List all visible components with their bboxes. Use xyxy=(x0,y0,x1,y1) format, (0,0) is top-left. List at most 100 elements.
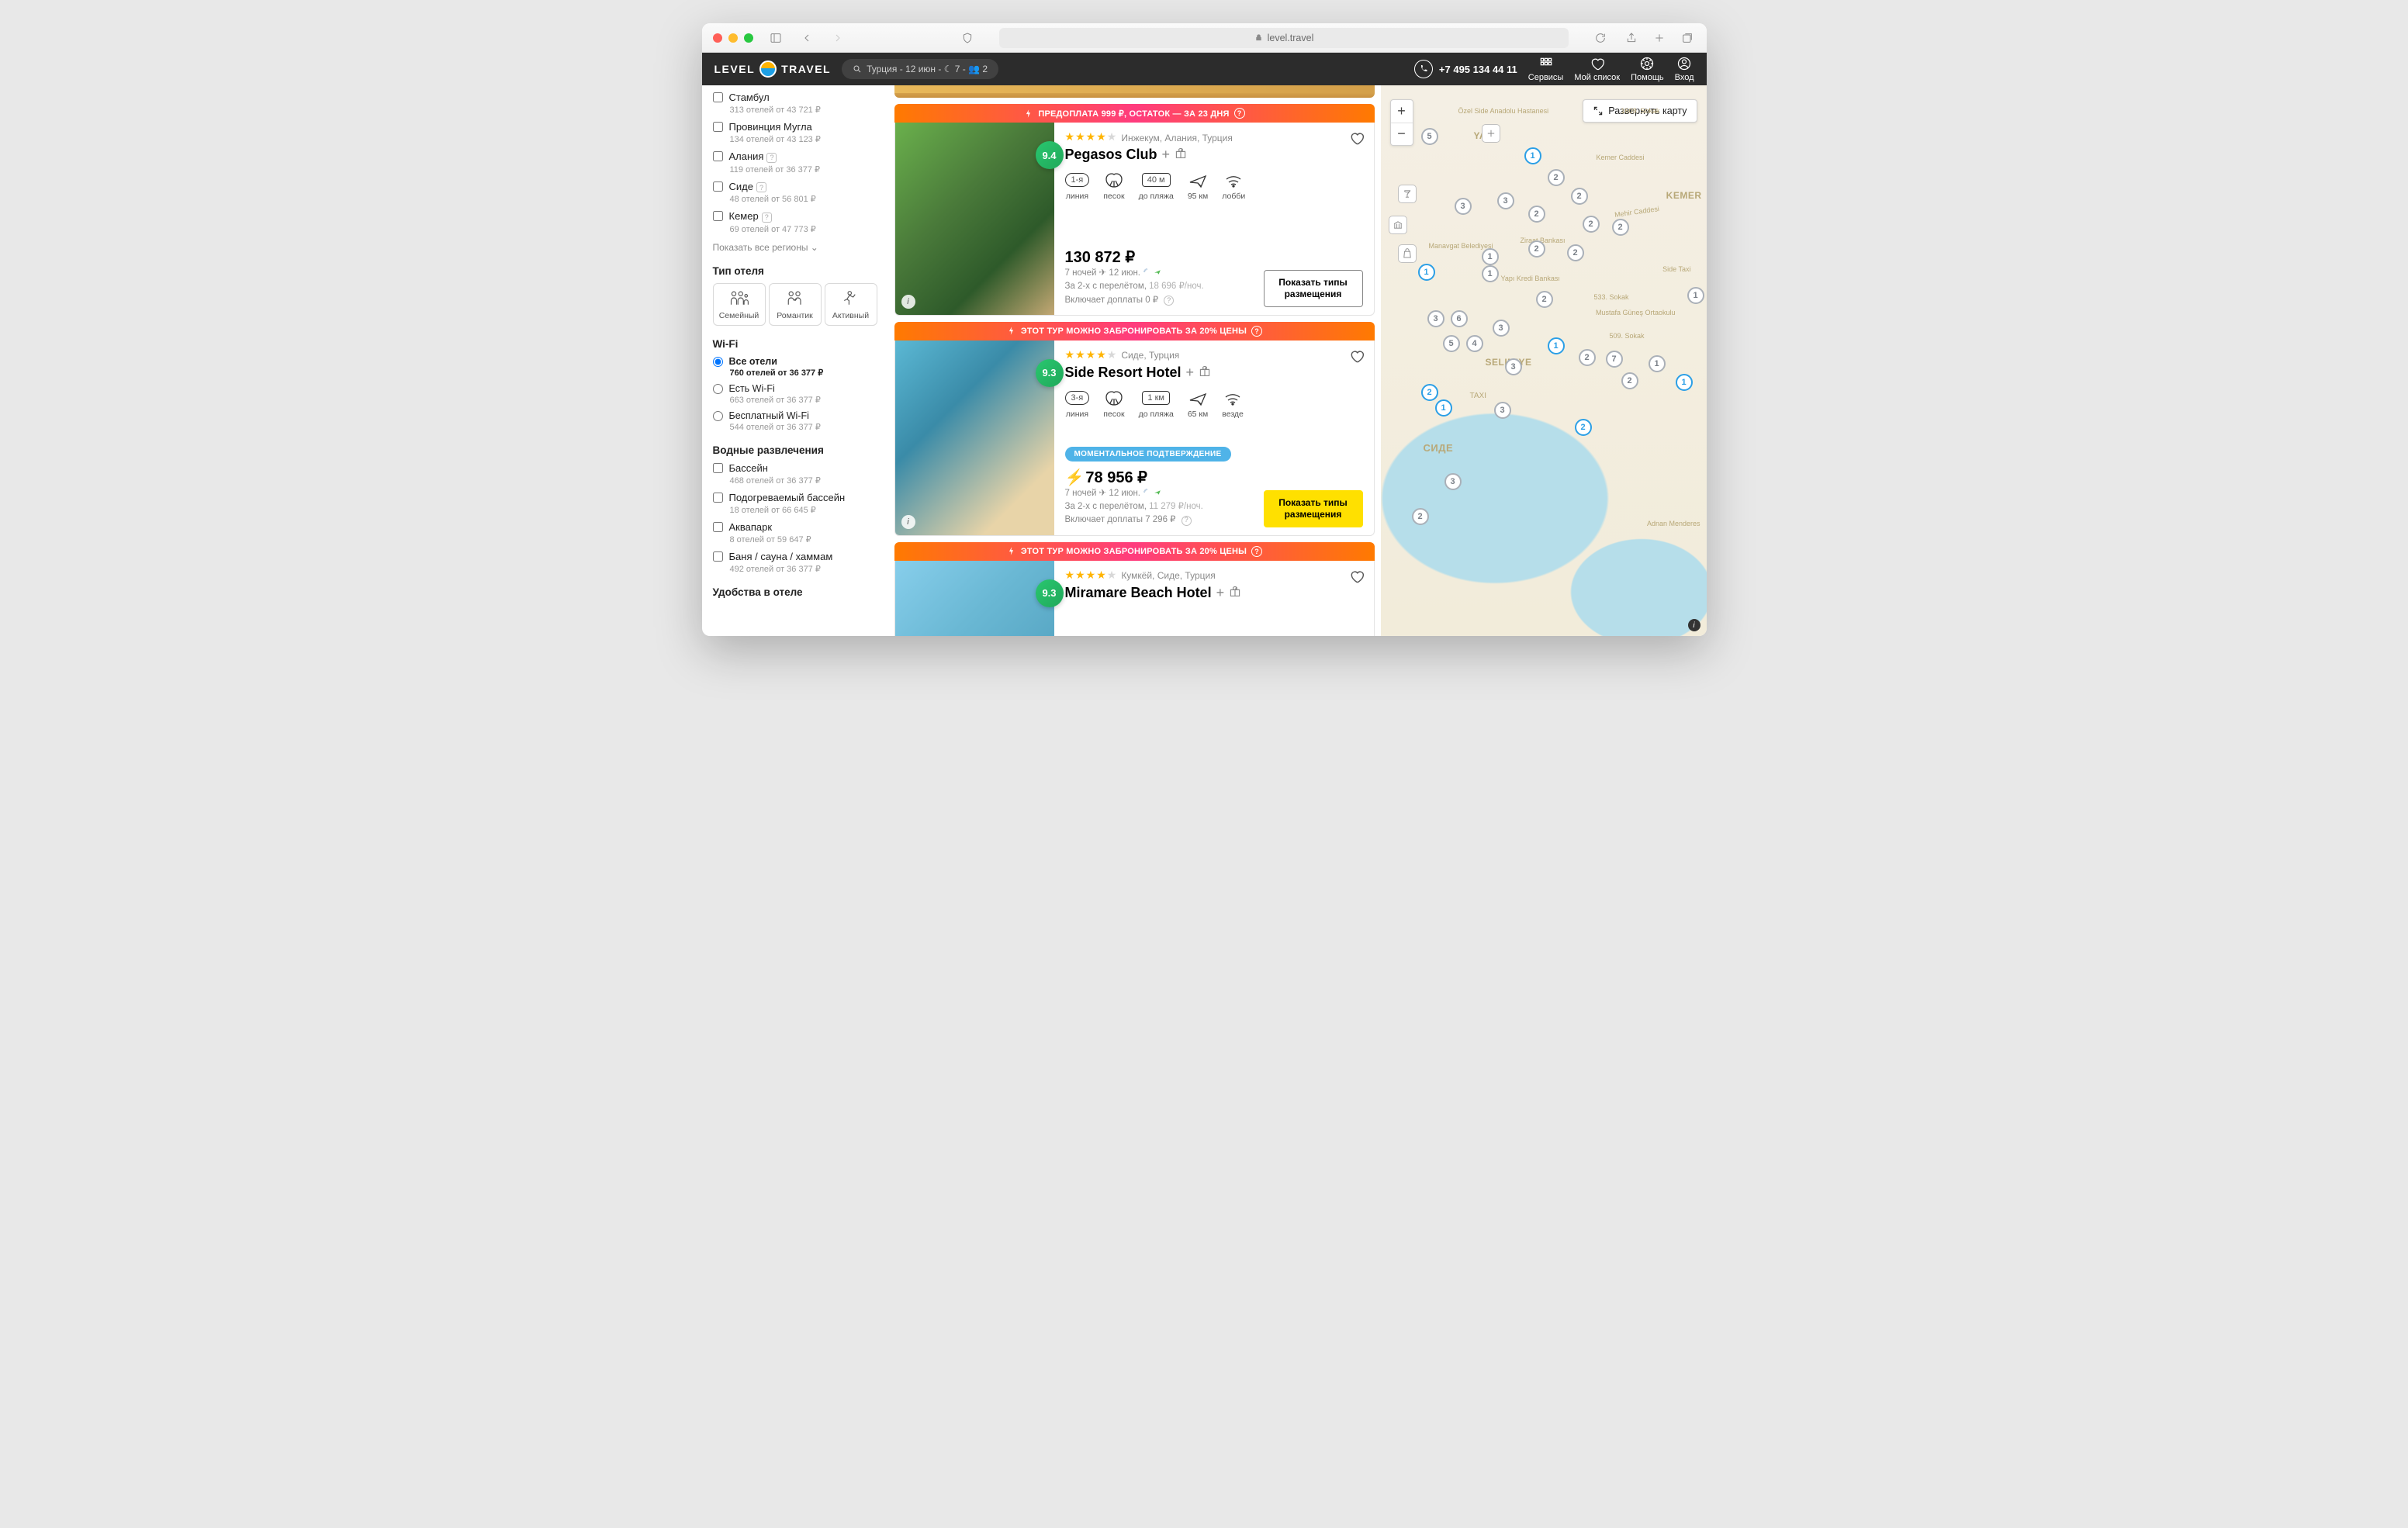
map-marker[interactable]: 1 xyxy=(1548,337,1565,354)
hotel-type-family[interactable]: Семейный xyxy=(713,283,766,326)
map-marker[interactable]: 2 xyxy=(1528,240,1545,258)
water-item[interactable]: Подогреваемый бассейн xyxy=(713,492,877,503)
forward-icon[interactable] xyxy=(829,29,846,47)
wifi-option[interactable]: Есть Wi-Fi xyxy=(713,383,877,394)
map-marker[interactable]: 2 xyxy=(1548,169,1565,186)
map-marker[interactable]: 1 xyxy=(1649,355,1666,372)
map-info-icon[interactable]: i xyxy=(1688,619,1700,631)
map-marker[interactable]: 2 xyxy=(1621,372,1638,389)
zoom-out[interactable]: − xyxy=(1391,123,1413,146)
map-panel[interactable]: + − Развернуть карту YALI KEMER SELIMIYE… xyxy=(1381,85,1707,636)
map-marker[interactable]: 6 xyxy=(1451,310,1468,327)
hotel-name[interactable]: Side Resort Hotel+ xyxy=(1065,365,1363,381)
map-marker[interactable]: 3 xyxy=(1444,473,1462,490)
region-item[interactable]: Кемер? xyxy=(713,210,877,223)
map-marker[interactable]: 2 xyxy=(1412,508,1429,525)
map-marker[interactable]: 1 xyxy=(1435,399,1452,417)
region-checkbox[interactable] xyxy=(713,92,723,102)
region-checkbox[interactable] xyxy=(713,122,723,132)
hotel-name[interactable]: Miramare Beach Hotel+ xyxy=(1065,585,1363,601)
map-marker[interactable]: 3 xyxy=(1455,198,1472,215)
poi-museum-icon[interactable] xyxy=(1389,216,1407,234)
photo-info-icon[interactable]: i xyxy=(901,515,915,529)
shield-icon[interactable] xyxy=(959,29,976,47)
hotel-photo[interactable]: 9.3 i xyxy=(895,341,1054,535)
hotel-type-romantic[interactable]: Романтик xyxy=(769,283,822,326)
new-tab-icon[interactable] xyxy=(1651,29,1668,47)
hotel-photo[interactable]: 9.4 i xyxy=(895,123,1054,315)
wifi-option[interactable]: Все отели xyxy=(713,356,877,367)
map-marker[interactable]: 2 xyxy=(1536,291,1553,308)
map-marker[interactable]: 2 xyxy=(1421,384,1438,401)
map-marker[interactable]: 2 xyxy=(1567,244,1584,261)
map-marker[interactable]: 2 xyxy=(1575,419,1592,436)
nav-services[interactable]: Сервисы xyxy=(1528,56,1564,82)
map-marker[interactable]: 1 xyxy=(1482,265,1499,282)
favorite-button[interactable] xyxy=(1349,130,1365,150)
region-item[interactable]: Провинция Мугла xyxy=(713,121,877,133)
poi-glass-icon[interactable] xyxy=(1398,185,1417,203)
hotel-location: Сиде, Турция xyxy=(1121,350,1179,361)
region-checkbox[interactable] xyxy=(713,211,723,221)
region-item[interactable]: Сиде? xyxy=(713,181,877,193)
map-marker[interactable]: 5 xyxy=(1421,128,1438,145)
favorite-button[interactable] xyxy=(1349,569,1365,588)
map-marker[interactable]: 1 xyxy=(1687,287,1704,304)
sidebar-toggle-icon[interactable] xyxy=(767,29,784,47)
feature-item: лобби xyxy=(1222,171,1245,201)
region-item[interactable]: Алания? xyxy=(713,150,877,163)
map-marker[interactable]: 1 xyxy=(1482,248,1499,265)
map-marker[interactable]: 5 xyxy=(1443,335,1460,352)
show-all-regions[interactable]: Показать все регионы xyxy=(713,242,877,253)
show-rooms-button[interactable]: Показать типы размещения xyxy=(1264,270,1363,307)
tabs-icon[interactable] xyxy=(1679,29,1696,47)
close-window[interactable] xyxy=(713,33,722,43)
map-marker[interactable]: 1 xyxy=(1524,147,1541,164)
rating-badge: 9.3 xyxy=(1036,359,1064,387)
nav-login[interactable]: Вход xyxy=(1675,56,1694,82)
map-marker[interactable]: 2 xyxy=(1528,206,1545,223)
search-summary[interactable]: Турция - 12 июн - ☾ 7 - 👥 2 xyxy=(842,59,998,79)
hotel-type-active[interactable]: Активный xyxy=(825,283,877,326)
hotel-photo[interactable]: 9.3 xyxy=(895,561,1054,637)
reload-icon[interactable] xyxy=(1592,29,1609,47)
wifi-option[interactable]: Бесплатный Wi-Fi xyxy=(713,410,877,421)
phone-number[interactable]: +7 495 134 44 11 xyxy=(1414,60,1517,78)
water-item[interactable]: Бассейн xyxy=(713,462,877,474)
map-marker[interactable]: 2 xyxy=(1583,216,1600,233)
nav-mylist[interactable]: Мой список xyxy=(1574,56,1620,82)
map-marker[interactable]: 7 xyxy=(1606,351,1623,368)
map-marker[interactable]: 2 xyxy=(1612,219,1629,236)
back-icon[interactable] xyxy=(798,29,815,47)
map-marker[interactable]: 3 xyxy=(1494,402,1511,419)
map-marker[interactable]: 3 xyxy=(1493,320,1510,337)
region-checkbox[interactable] xyxy=(713,151,723,161)
minimize-window[interactable] xyxy=(728,33,738,43)
maximize-window[interactable] xyxy=(744,33,753,43)
nav-help[interactable]: Помощь xyxy=(1631,56,1664,82)
page-content: LEVEL TRAVEL Турция - 12 июн - ☾ 7 - 👥 2… xyxy=(702,53,1707,636)
favorite-button[interactable] xyxy=(1349,348,1365,368)
map-marker[interactable]: 2 xyxy=(1571,188,1588,205)
region-checkbox[interactable] xyxy=(713,181,723,192)
water-item[interactable]: Баня / сауна / хаммам xyxy=(713,551,877,562)
photo-info-icon[interactable]: i xyxy=(901,295,915,309)
poi-plus-icon[interactable] xyxy=(1482,124,1500,143)
region-item[interactable]: Стамбул xyxy=(713,92,877,103)
poi-shop-icon[interactable] xyxy=(1398,244,1417,263)
map-marker[interactable]: 2 xyxy=(1579,349,1596,366)
show-rooms-button[interactable]: Показать типы размещения xyxy=(1264,490,1363,527)
browser-window: level.travel LEVEL TRAVEL Турция - 12 ию… xyxy=(702,23,1707,636)
map-marker[interactable]: 3 xyxy=(1427,310,1444,327)
map-marker[interactable]: 3 xyxy=(1505,358,1522,375)
share-icon[interactable] xyxy=(1623,29,1640,47)
zoom-in[interactable]: + xyxy=(1391,100,1413,123)
map-marker[interactable]: 3 xyxy=(1497,192,1514,209)
address-bar[interactable]: level.travel xyxy=(999,28,1568,48)
water-item[interactable]: Аквапарк xyxy=(713,521,877,533)
map-marker[interactable]: 1 xyxy=(1676,374,1693,391)
map-marker[interactable]: 4 xyxy=(1466,335,1483,352)
hotel-name[interactable]: Pegasos Club+ xyxy=(1065,147,1363,163)
logo[interactable]: LEVEL TRAVEL xyxy=(714,60,832,78)
map-marker[interactable]: 1 xyxy=(1418,264,1435,281)
